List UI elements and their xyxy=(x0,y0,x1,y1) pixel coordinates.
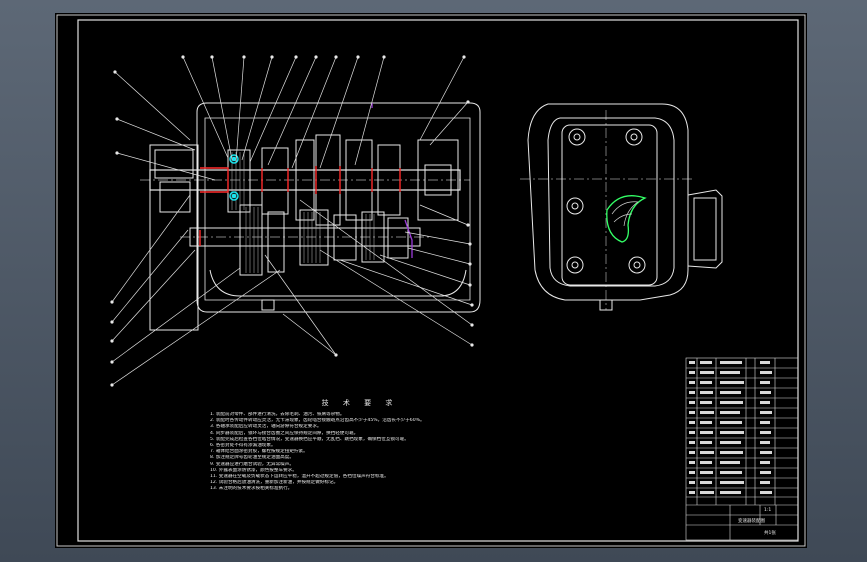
technical-requirements: 技 术 要 求 1. 装配前对零件、部件进行清洗，去除毛刺、油污、铁屑等杂物。 2… xyxy=(210,398,680,493)
sheet-count: 共1张 xyxy=(764,531,776,536)
note-line: 13. 未注明的技术要求按相关标准执行。 xyxy=(210,486,293,492)
drawing-name: 变速器装配图 xyxy=(738,519,765,524)
notes-title: 技 术 要 求 xyxy=(321,399,399,407)
drawing-scale: 1:1 xyxy=(764,508,772,513)
notes-list: 1. 装配前对零件、部件进行清洗，去除毛刺、油污、铁屑等杂物。 2. 装配时各传动… xyxy=(210,412,680,493)
